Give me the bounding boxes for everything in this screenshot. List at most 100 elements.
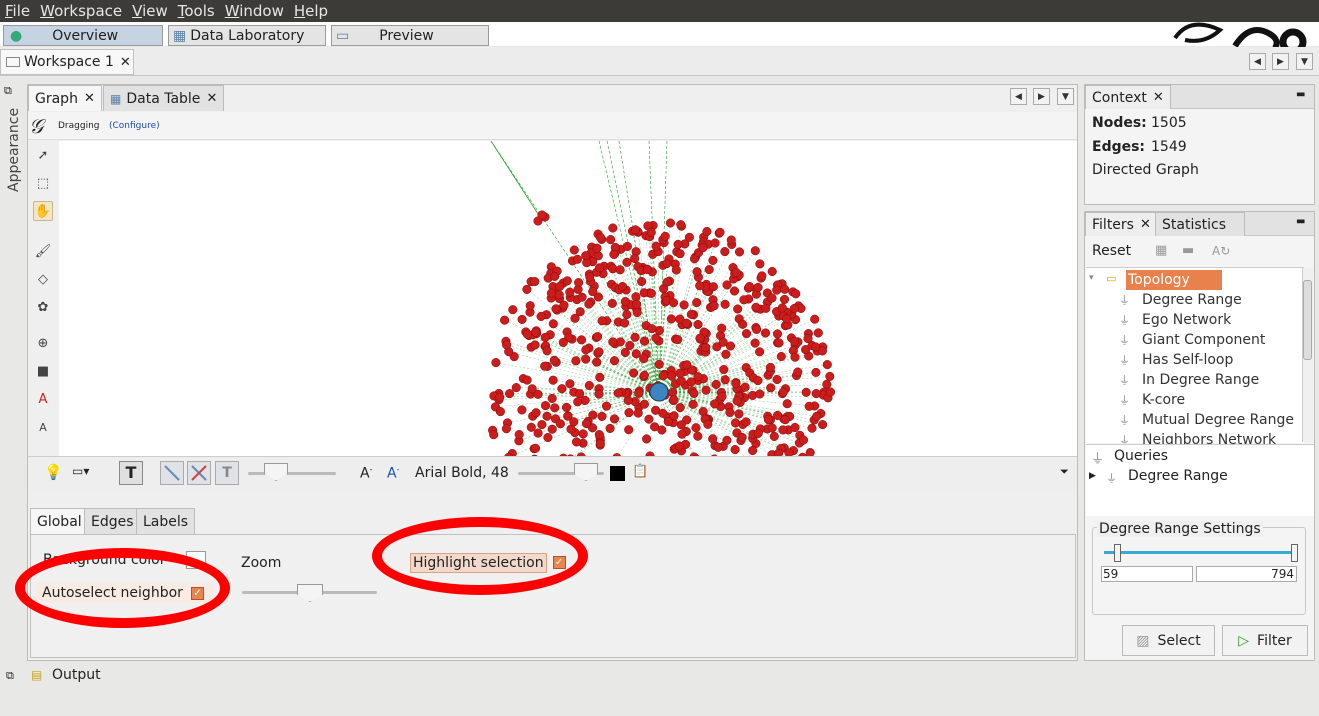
graph-node[interactable] bbox=[737, 432, 747, 442]
graph-node[interactable] bbox=[701, 342, 711, 352]
close-icon[interactable]: ✕ bbox=[206, 91, 217, 106]
graph-node[interactable] bbox=[701, 385, 711, 395]
graph-node[interactable] bbox=[639, 370, 649, 380]
graph-node[interactable] bbox=[772, 285, 782, 295]
graph-node[interactable] bbox=[674, 441, 684, 451]
graph-node[interactable] bbox=[710, 399, 720, 409]
graph-node[interactable] bbox=[693, 431, 703, 441]
graph-node[interactable] bbox=[593, 251, 603, 261]
graph-node[interactable] bbox=[637, 276, 647, 287]
graph-node[interactable] bbox=[805, 448, 815, 456]
collapse-icon[interactable]: ⏷ bbox=[1060, 465, 1069, 479]
zoom-icon[interactable]: ⊕ bbox=[33, 333, 53, 353]
graph-node[interactable] bbox=[822, 379, 832, 389]
lightbulb-icon[interactable]: 💡 bbox=[44, 463, 63, 481]
graph-node[interactable] bbox=[755, 259, 765, 269]
text-color-icon[interactable]: A bbox=[33, 389, 53, 409]
graph-node[interactable] bbox=[495, 392, 505, 402]
label-color-swatch[interactable] bbox=[610, 466, 625, 481]
graph-node[interactable] bbox=[741, 329, 752, 339]
graph-node[interactable] bbox=[777, 303, 787, 313]
graph-node[interactable] bbox=[750, 338, 760, 348]
graph-node[interactable] bbox=[574, 278, 584, 288]
drag-icon[interactable]: ✋ bbox=[33, 201, 53, 221]
graph-node[interactable] bbox=[811, 342, 821, 352]
expand-icon[interactable]: ▶ bbox=[1089, 471, 1096, 481]
graph-node[interactable] bbox=[540, 401, 551, 411]
square-icon[interactable]: ■ bbox=[33, 361, 53, 381]
graph-node[interactable] bbox=[633, 408, 643, 418]
graph-node[interactable] bbox=[675, 249, 685, 259]
topology-category[interactable]: Topology bbox=[1126, 270, 1222, 290]
graph-node[interactable] bbox=[642, 434, 652, 444]
settings-page-icon[interactable]: 📋 bbox=[632, 464, 648, 479]
graph-node[interactable] bbox=[704, 265, 714, 275]
graph-node[interactable] bbox=[684, 232, 694, 242]
graph-node[interactable] bbox=[675, 403, 685, 413]
range-min-thumb[interactable] bbox=[1114, 544, 1121, 562]
graph-node[interactable] bbox=[811, 389, 821, 399]
close-icon[interactable]: ✕ bbox=[1140, 217, 1151, 232]
graph-node[interactable] bbox=[813, 328, 823, 338]
graph-node[interactable] bbox=[801, 387, 811, 397]
graph-node[interactable] bbox=[522, 284, 532, 294]
graph-node[interactable] bbox=[693, 319, 703, 330]
screenshot-icon[interactable]: ▭▾ bbox=[72, 464, 89, 478]
graph-node[interactable] bbox=[489, 430, 499, 440]
tab-data-laboratory[interactable]: ▦ Data Laboratory bbox=[168, 25, 326, 46]
graph-node[interactable] bbox=[597, 316, 607, 326]
graph-node[interactable] bbox=[595, 232, 605, 242]
graph-node[interactable] bbox=[767, 423, 777, 433]
graph-node[interactable] bbox=[537, 420, 547, 430]
graph-node[interactable] bbox=[531, 408, 541, 418]
graph-node[interactable] bbox=[491, 358, 501, 368]
graph-node[interactable] bbox=[622, 241, 632, 251]
graph-node[interactable] bbox=[708, 282, 718, 292]
graph-node[interactable] bbox=[592, 243, 602, 253]
graph-node[interactable] bbox=[765, 362, 775, 372]
graph-node[interactable] bbox=[595, 439, 605, 449]
graph-node[interactable] bbox=[658, 371, 668, 381]
graph-node[interactable] bbox=[511, 383, 521, 393]
graph-node[interactable] bbox=[753, 376, 763, 386]
graph-node[interactable] bbox=[734, 247, 745, 257]
graph-node[interactable] bbox=[555, 281, 565, 291]
expand-icon[interactable]: ▾ bbox=[1089, 273, 1094, 283]
reset-button[interactable]: Reset bbox=[1092, 243, 1131, 259]
graph-node[interactable] bbox=[668, 298, 679, 308]
graph-node[interactable] bbox=[738, 319, 748, 329]
graph-node[interactable] bbox=[721, 349, 731, 359]
filter-scrollbar[interactable] bbox=[1302, 268, 1313, 442]
graph-node[interactable] bbox=[576, 335, 587, 345]
menu-tools[interactable]: Tools bbox=[173, 2, 220, 20]
graph-node[interactable] bbox=[622, 309, 632, 320]
graph-node[interactable] bbox=[780, 415, 790, 425]
graph-node[interactable] bbox=[592, 357, 602, 367]
tab-statistics[interactable]: Statistics bbox=[1155, 212, 1245, 236]
scroll-thumb[interactable] bbox=[1303, 280, 1312, 360]
graph-node[interactable] bbox=[753, 428, 763, 438]
graph-node[interactable] bbox=[709, 301, 719, 311]
graph-node[interactable] bbox=[622, 257, 632, 267]
graph-node[interactable] bbox=[671, 265, 681, 275]
graph-node[interactable] bbox=[774, 338, 784, 348]
graph-node[interactable] bbox=[578, 429, 588, 439]
graph-node[interactable] bbox=[691, 423, 701, 433]
scroll-right-button[interactable]: ▶ bbox=[1272, 53, 1289, 70]
graph-node[interactable] bbox=[609, 414, 620, 424]
graph-node[interactable] bbox=[673, 239, 683, 249]
graph-node[interactable] bbox=[760, 328, 771, 338]
tab-preview[interactable]: ▭ Preview bbox=[331, 25, 489, 46]
graph-node[interactable] bbox=[667, 371, 677, 381]
graph-node[interactable] bbox=[702, 226, 712, 237]
graph-node[interactable] bbox=[547, 393, 557, 403]
graph-node[interactable] bbox=[620, 297, 630, 307]
edge-color-icon[interactable] bbox=[187, 461, 211, 485]
graph-node[interactable] bbox=[597, 411, 607, 421]
graph-node[interactable] bbox=[662, 258, 672, 269]
graph-node[interactable] bbox=[818, 420, 828, 430]
graph-node[interactable] bbox=[733, 304, 743, 314]
query-item[interactable]: Degree Range bbox=[1128, 468, 1228, 484]
graph-node[interactable] bbox=[703, 419, 713, 429]
graph-node[interactable] bbox=[573, 397, 583, 407]
